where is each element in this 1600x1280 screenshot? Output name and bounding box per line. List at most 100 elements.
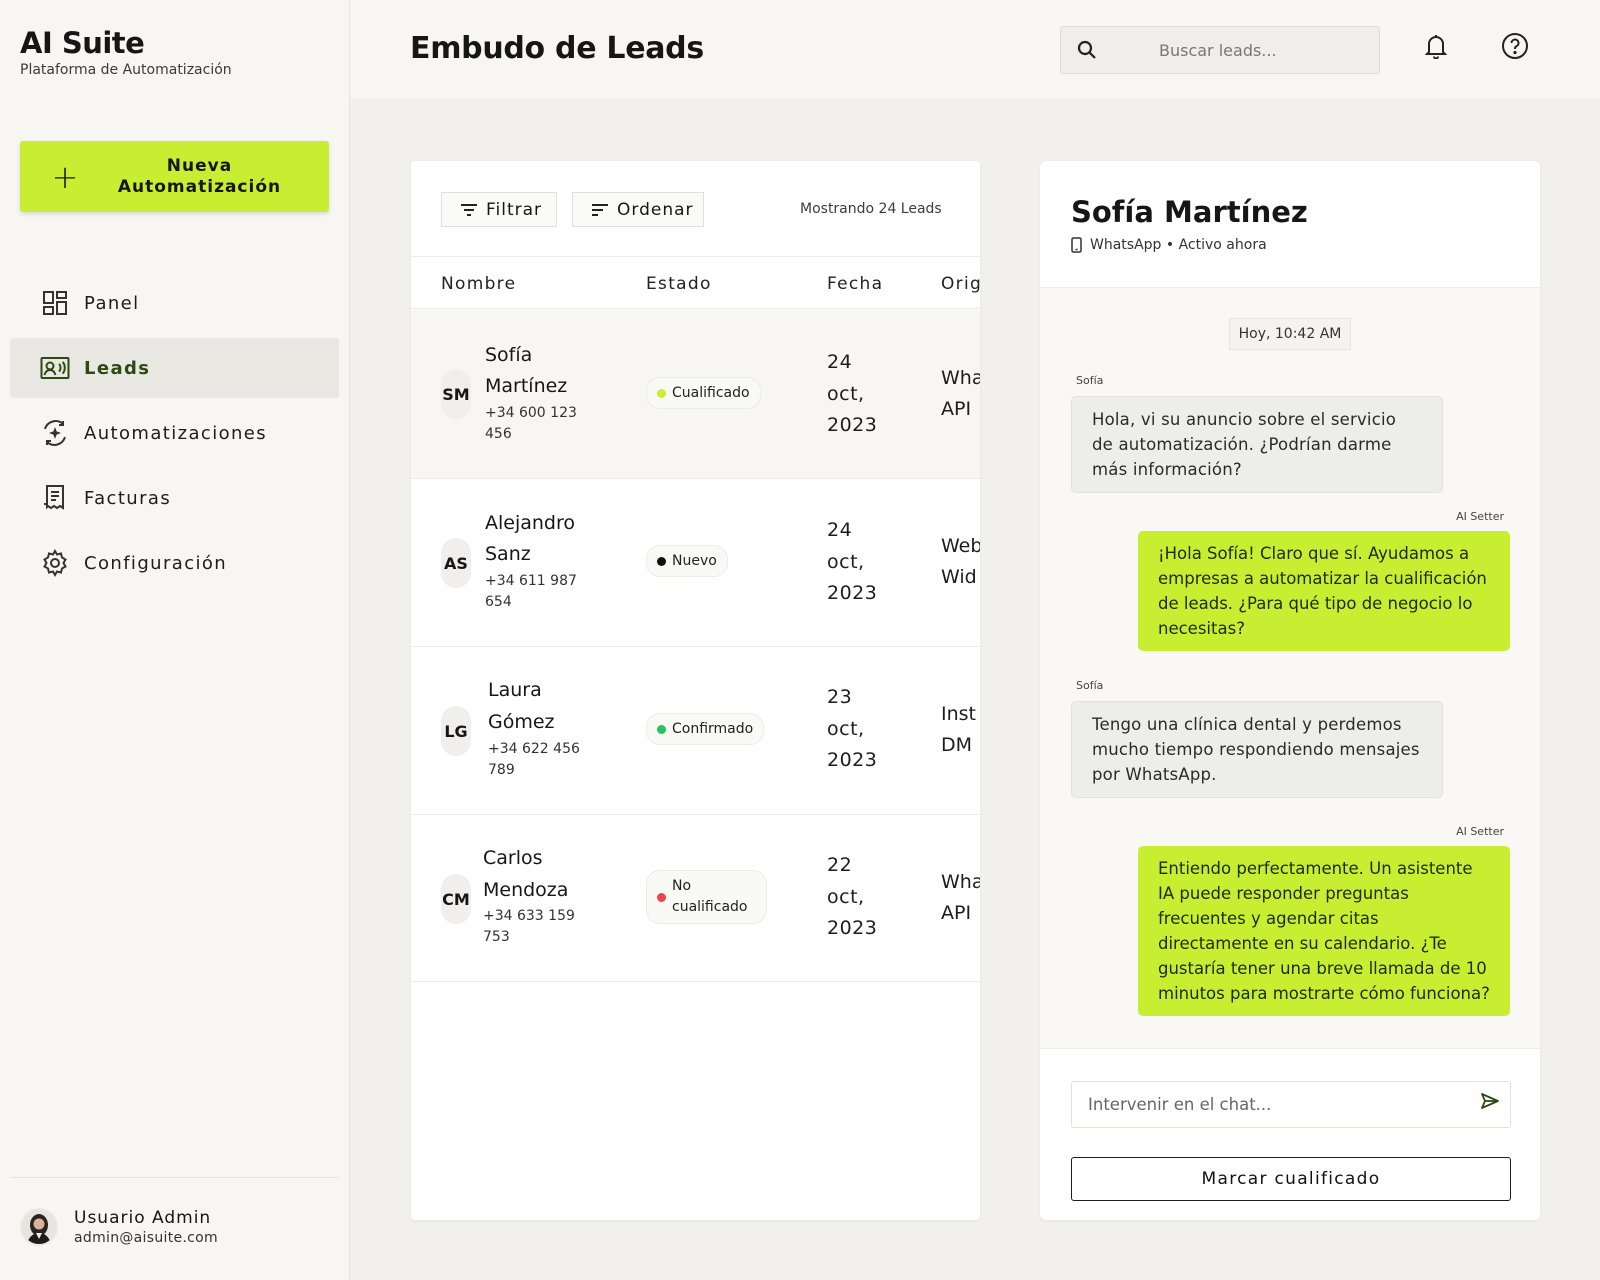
- sort-button[interactable]: Ordenar: [572, 192, 704, 227]
- lead-name-line: Martínez: [485, 375, 568, 397]
- phone-icon: [1071, 237, 1082, 253]
- chat-messages: Hoy, 10:42 AM Sofía Hola, vi su anuncio …: [1040, 288, 1540, 1048]
- lead-date-line: 2023: [827, 749, 878, 771]
- lead-avatar: AS: [441, 538, 471, 588]
- lead-phone-line: 753: [483, 929, 510, 945]
- status-badge: Nuevo: [646, 545, 728, 577]
- sidebar-item-configuracion[interactable]: Configuración: [10, 533, 339, 593]
- table-row[interactable]: LG Laura Gómez +34 622 456 789 Confirmad…: [411, 647, 980, 815]
- lead-phone-line: 654: [485, 594, 512, 610]
- status-badge: Confirmado: [646, 713, 765, 745]
- brand-title: AI Suite: [20, 26, 145, 60]
- sidebar-item-label: Leads: [84, 357, 151, 379]
- message-sender: AI Setter: [1456, 825, 1504, 838]
- column-header-fecha[interactable]: Fecha: [827, 274, 883, 294]
- table-row[interactable]: SM Sofía Martínez +34 600 123 456 Cualif…: [411, 310, 980, 479]
- lead-name-line: Sanz: [485, 543, 531, 565]
- avatar: [20, 1208, 58, 1246]
- sidebar-item-label: Automatizaciones: [84, 422, 268, 444]
- search-icon: [1061, 40, 1113, 60]
- lead-name-line: Gómez: [488, 711, 555, 733]
- sidebar-item-facturas[interactable]: Facturas: [10, 468, 339, 528]
- bell-icon[interactable]: [1421, 31, 1451, 61]
- table-row[interactable]: AS Alejandro Sanz +34 611 987 654 Nuevo …: [411, 479, 980, 647]
- lead-date-line: 2023: [827, 582, 878, 604]
- lead-date-line: oct,: [827, 551, 865, 573]
- table-toolbar: Filtrar Ordenar Mostrando 24 Leads: [411, 161, 980, 257]
- lead-date-line: oct,: [827, 383, 865, 405]
- status-badge: Cualificado: [646, 377, 761, 409]
- lead-phone-line: +34 600 123: [485, 405, 577, 421]
- send-icon[interactable]: [1480, 1092, 1500, 1110]
- new-automation-button[interactable]: + Nueva Automatización: [20, 141, 329, 212]
- table-row[interactable]: CM Carlos Mendoza +34 633 159 753 No cua…: [411, 815, 980, 982]
- lead-phone-line: 456: [485, 426, 512, 442]
- lead-date-line: 24: [827, 519, 853, 541]
- sort-icon: [591, 203, 609, 217]
- mark-qualified-button[interactable]: Marcar cualificado: [1071, 1157, 1511, 1201]
- filter-button[interactable]: Filtrar: [441, 192, 557, 227]
- lead-date-line: 24: [827, 351, 853, 373]
- chat-channel-status: WhatsApp • Activo ahora: [1090, 237, 1267, 253]
- invoice-icon: [40, 483, 70, 513]
- column-header-estado[interactable]: Estado: [646, 274, 712, 294]
- lead-phone-line: +34 622 456: [488, 741, 580, 757]
- chat-input-box[interactable]: [1071, 1081, 1511, 1128]
- top-header: Embudo de Leads: [350, 0, 1600, 98]
- lead-name-line: Laura: [488, 679, 542, 701]
- sidebar-item-panel[interactable]: Panel: [10, 273, 339, 333]
- dashboard-icon: [40, 288, 70, 318]
- lead-name-line: Sofía: [485, 344, 533, 366]
- lead-name-line: Alejandro: [485, 512, 576, 534]
- lead-avatar: LG: [441, 706, 471, 756]
- status-badge: No cualificado: [646, 870, 767, 924]
- leads-count: Mostrando 24 Leads: [800, 201, 942, 217]
- chat-contact-name: Sofía Martínez: [1071, 195, 1308, 229]
- leads-table-card: Filtrar Ordenar Mostrando 24 Leads Nombr…: [411, 161, 980, 1220]
- lead-avatar: SM: [441, 369, 471, 419]
- lead-name-line: Mendoza: [483, 879, 569, 901]
- user-name: Usuario Admin: [74, 1208, 212, 1228]
- message-bubble-incoming: Tengo una clínica dental y perdemos much…: [1071, 701, 1443, 798]
- status-label: Cualificado: [672, 385, 750, 401]
- lead-date-line: 2023: [827, 917, 878, 939]
- lead-source-line: Web: [941, 535, 980, 557]
- lead-phone-line: +34 633 159: [483, 908, 575, 924]
- status-dot: [657, 556, 666, 566]
- message-bubble-incoming: Hola, vi su anuncio sobre el servicio de…: [1071, 396, 1443, 493]
- sidebar-item-automatizaciones[interactable]: Automatizaciones: [10, 403, 339, 463]
- status-label-line: cualificado: [672, 899, 748, 915]
- filter-icon: [460, 203, 478, 217]
- sidebar: AI Suite Plataforma de Automatización + …: [0, 0, 350, 1280]
- brand-subtitle: Plataforma de Automatización: [20, 62, 232, 78]
- column-header-nombre[interactable]: Nombre: [441, 274, 516, 294]
- lead-date-line: 23: [827, 686, 853, 708]
- chat-timestamp: Hoy, 10:42 AM: [1229, 318, 1351, 350]
- lead-date-line: 22: [827, 854, 853, 876]
- lead-source-line: DM: [941, 734, 973, 756]
- chat-footer: Marcar cualificado: [1040, 1048, 1540, 1220]
- new-automation-label: Nueva Automatización: [117, 155, 282, 197]
- contact-card-icon: [40, 353, 70, 383]
- lead-date-line: 2023: [827, 414, 878, 436]
- chat-meta: WhatsApp • Activo ahora: [1071, 237, 1267, 253]
- status-label: No cualificado: [672, 876, 747, 918]
- status-dot: [657, 892, 666, 902]
- search-input[interactable]: [1113, 40, 1353, 60]
- lead-source-line: Wid: [941, 566, 977, 588]
- user-email: admin@aisuite.com: [74, 1230, 218, 1246]
- lead-source-line: API: [941, 398, 972, 420]
- status-label: Nuevo: [672, 553, 717, 569]
- user-profile[interactable]: Usuario Admin admin@aisuite.com: [20, 1208, 218, 1246]
- chat-input[interactable]: [1072, 1095, 1452, 1114]
- sidebar-item-label: Configuración: [84, 552, 228, 574]
- message-sender: AI Setter: [1456, 510, 1504, 523]
- column-header-origen[interactable]: Orig: [941, 274, 980, 294]
- lead-source-line: Wha: [941, 871, 980, 893]
- lead-source-line: API: [941, 902, 972, 924]
- search-box[interactable]: [1060, 26, 1380, 74]
- lead-source-line: Wha: [941, 367, 980, 389]
- sidebar-item-leads[interactable]: Leads: [10, 338, 339, 398]
- help-icon[interactable]: [1500, 31, 1530, 61]
- lead-phone-line: 789: [488, 762, 515, 778]
